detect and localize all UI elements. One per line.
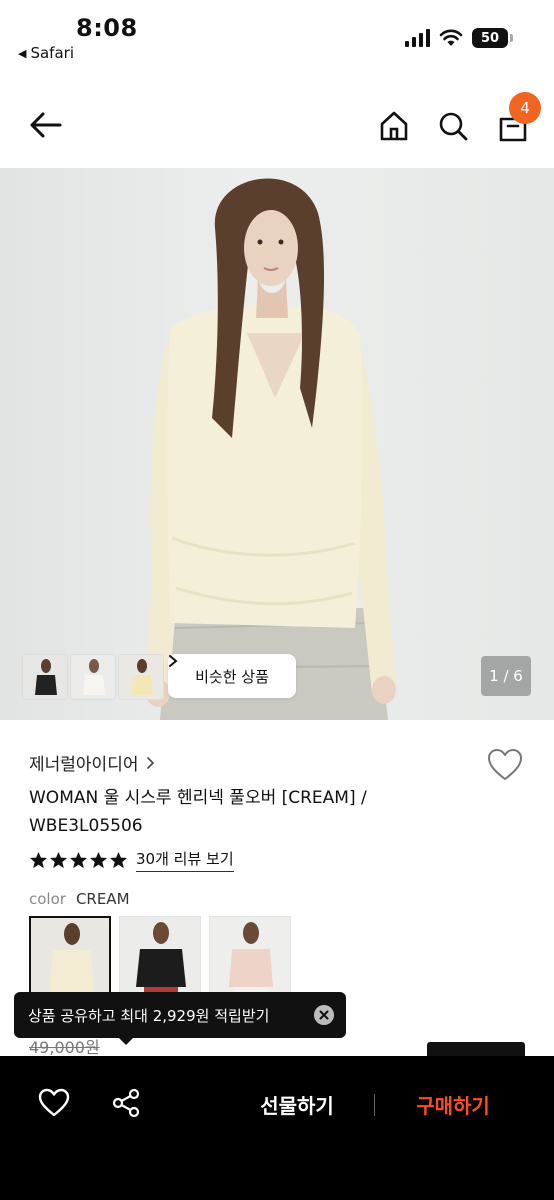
wishlist-heart-icon[interactable] (487, 748, 523, 782)
status-bar: 8:08 ◀ Safari 50 (0, 0, 554, 70)
swatch-black-image (120, 917, 200, 997)
similar-products-button[interactable]: 비슷한 상품 (168, 654, 296, 698)
cellular-signal-icon (405, 29, 430, 47)
cart-count-badge: 4 (509, 92, 541, 124)
back-to-safari[interactable]: ◀ Safari (18, 44, 74, 62)
similar-products-label: 비슷한 상품 (195, 667, 269, 686)
status-indicators: 50 (405, 28, 513, 48)
gallery-thumbnail-1[interactable] (22, 654, 68, 700)
toast-close-button[interactable] (314, 1005, 334, 1025)
color-swatch-pink[interactable] (209, 916, 291, 998)
color-swatch-cream[interactable] (29, 916, 111, 998)
rating-row: 30개 리뷰 보기 (29, 848, 234, 872)
toast-message: 상품 공유하고 최대 2,929원 적립받기 (28, 1006, 270, 1025)
status-time: 8:08 (76, 14, 138, 42)
brand-link[interactable]: 제너럴아이디어 (29, 750, 155, 775)
thumbnail-white-top-image (71, 655, 115, 699)
thumbnail-black-top-image (23, 655, 67, 699)
chevron-right-icon (147, 756, 155, 769)
chevron-right-icon (169, 655, 178, 667)
back-app-label: Safari (30, 44, 74, 62)
share-reward-toast[interactable]: 상품 공유하고 최대 2,929원 적립받기 (14, 992, 346, 1038)
buy-button[interactable]: 구매하기 (396, 1086, 510, 1122)
wifi-icon (439, 29, 463, 46)
battery-icon: 50 (472, 28, 513, 48)
star-icon (89, 851, 108, 868)
color-value: CREAM (75, 890, 130, 908)
rating-stars (29, 851, 128, 870)
product-image-gallery[interactable]: 비슷한 상품 1 / 6 (0, 168, 554, 720)
button-divider (374, 1094, 375, 1116)
toast-pointer (118, 1037, 134, 1045)
home-icon[interactable] (377, 109, 411, 143)
color-swatch-black[interactable] (119, 916, 201, 998)
product-title: WOMAN 울 시스루 헨리넥 풀오버 [CREAM] / WBE3L05506 (29, 788, 367, 836)
product-photo (146, 178, 396, 720)
gift-button[interactable]: 선물하기 (240, 1086, 354, 1122)
close-icon (319, 1010, 329, 1020)
like-heart-icon[interactable] (38, 1088, 70, 1118)
star-icon (29, 851, 48, 868)
star-icon (69, 851, 88, 868)
thumbnail-cream-top-image (119, 655, 163, 699)
share-icon[interactable] (111, 1088, 141, 1118)
back-arrow-icon[interactable] (26, 107, 66, 143)
color-label: color (29, 890, 66, 908)
review-link[interactable]: 30개 리뷰 보기 (136, 848, 234, 872)
brand-name: 제너럴아이디어 (29, 755, 139, 775)
star-icon (109, 851, 128, 868)
gallery-thumbnail-3[interactable] (118, 654, 164, 700)
bottom-action-bar: 선물하기 구매하기 (0, 1056, 554, 1200)
swatch-pink-image (210, 917, 290, 997)
swatch-cream-image (31, 918, 109, 996)
gallery-page-indicator: 1 / 6 (481, 656, 531, 696)
search-icon[interactable] (436, 109, 470, 143)
back-triangle-icon: ◀ (18, 46, 27, 60)
gallery-thumbnail-2[interactable] (70, 654, 116, 700)
color-row: color CREAM (29, 890, 130, 908)
nav-bar (0, 85, 554, 165)
star-icon (49, 851, 68, 868)
